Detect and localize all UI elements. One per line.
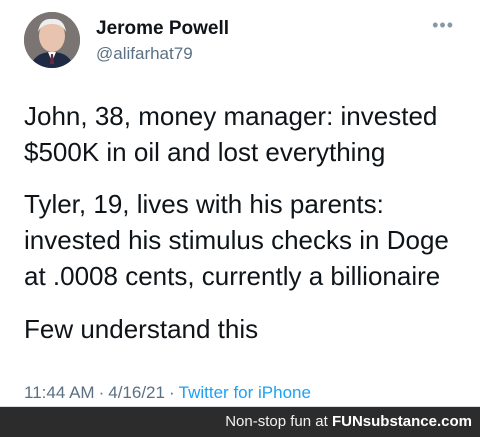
portrait-avatar-icon: [24, 12, 80, 68]
watermark-footer: Non-stop fun at FUNsubstance.com: [0, 407, 480, 437]
tweet-card: Jerome Powell @alifarhat79 ••• John, 38,…: [0, 0, 480, 407]
tweet-paragraph-1: John, 38, money manager: invested $500K …: [24, 101, 438, 167]
tweet-date[interactable]: 4/16/21: [108, 383, 165, 402]
tweet-source-link[interactable]: Twitter for iPhone: [179, 383, 311, 402]
more-options-icon[interactable]: •••: [432, 16, 454, 34]
footer-tagline: Non-stop fun at: [225, 413, 332, 430]
meta-separator: ·: [98, 383, 105, 402]
footer-brand-prefix: FUN: [331, 413, 363, 430]
tweet-paragraph-2: Tyler, 19, lives with his parents: inves…: [24, 189, 449, 291]
author-handle[interactable]: @alifarhat79: [96, 44, 193, 64]
author-name[interactable]: Jerome Powell: [96, 18, 229, 40]
meta-separator: ·: [168, 383, 175, 402]
tweet-paragraph-3: Few understand this: [24, 314, 259, 344]
author-avatar[interactable]: [24, 12, 80, 68]
footer-text: Non-stop fun at FUNsubstance.com: [225, 413, 472, 430]
footer-brand-suffix: substance.com: [362, 413, 472, 430]
footer-brand[interactable]: FUNsubstance.com: [332, 413, 472, 430]
tweet-meta: 11:44 AM · 4/16/21 · Twitter for iPhone: [24, 383, 311, 403]
tweet-time[interactable]: 11:44 AM: [24, 383, 95, 402]
